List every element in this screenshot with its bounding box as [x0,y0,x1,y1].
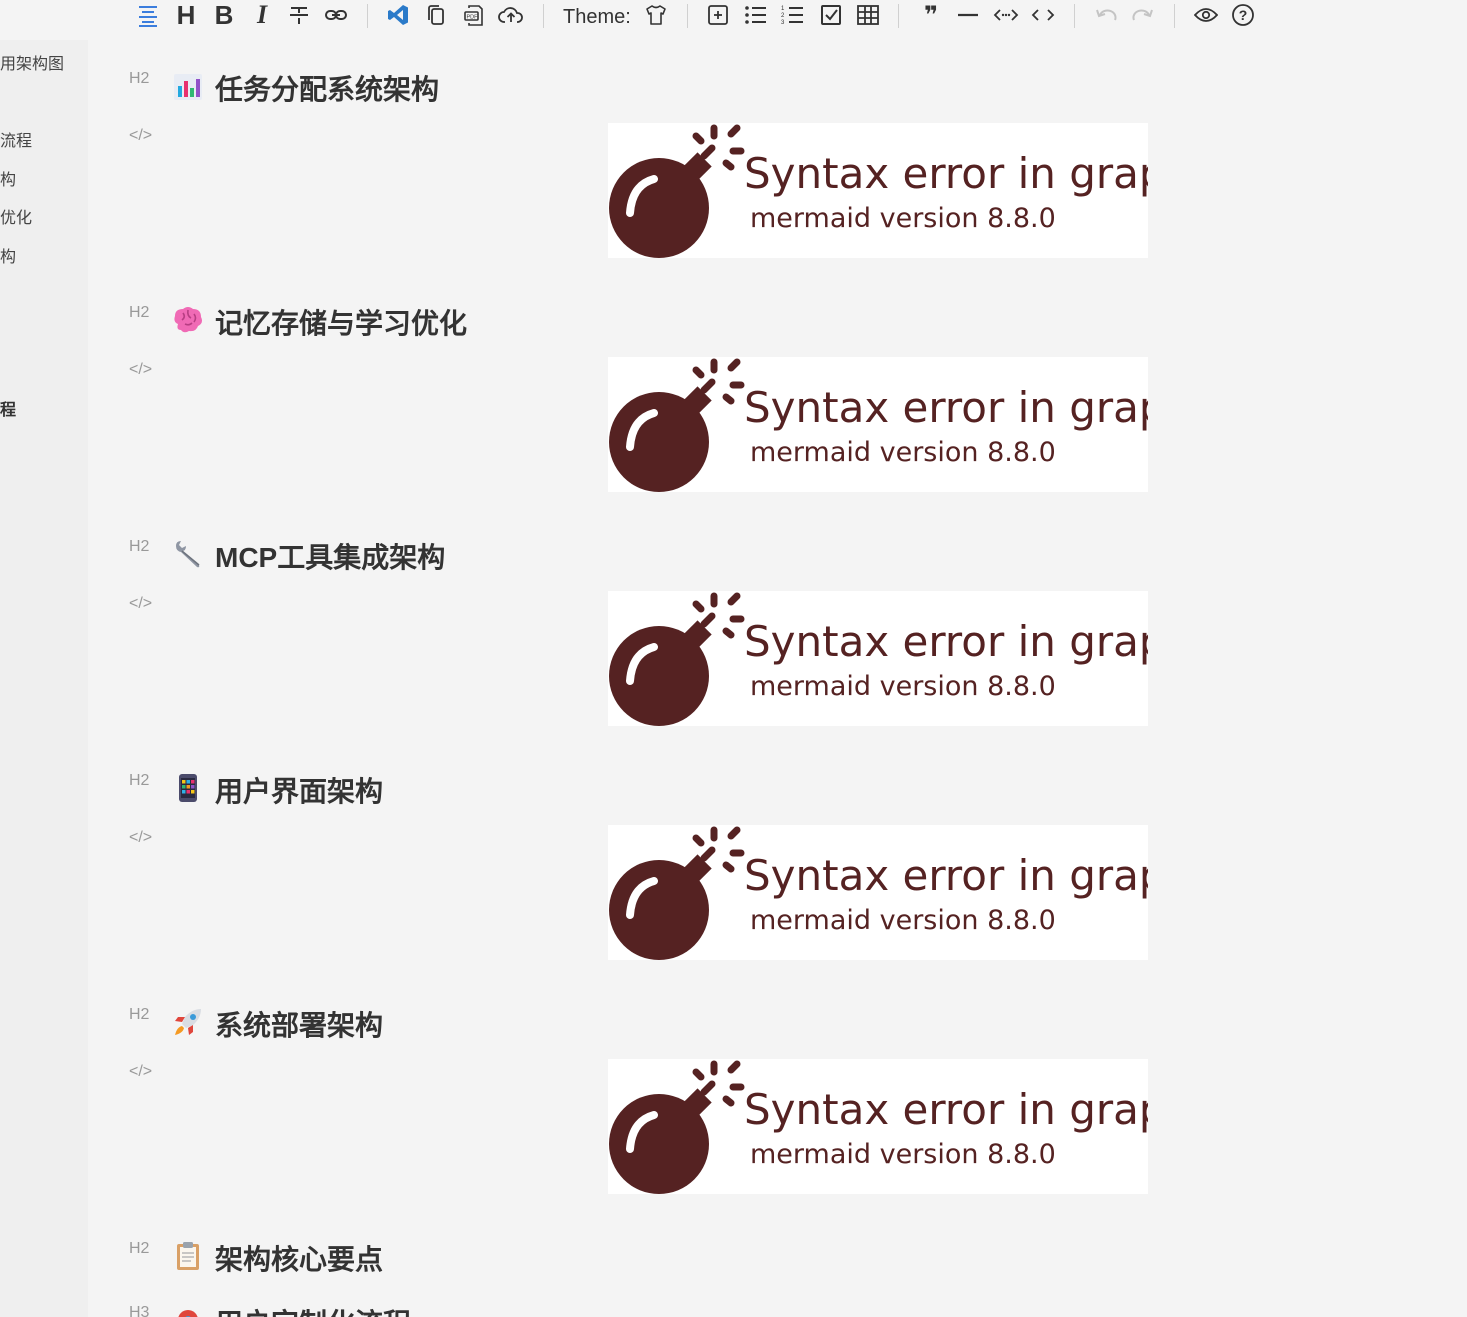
heading-level-tag: H2 [129,1006,150,1023]
toolbar-divider [1074,4,1075,28]
error-version: mermaid version 8.8.0 [750,203,1056,234]
error-version: mermaid version 8.8.0 [750,671,1056,702]
preview-eye-icon[interactable] [1192,0,1220,30]
bomb-icon [609,358,745,492]
outline-item[interactable]: 优化 [0,204,88,228]
svg-text:1: 1 [781,6,785,12]
section-heading: H2 任务分配系统架构 [0,68,700,108]
heading-level-tag: H3 [129,1304,150,1317]
outline-item[interactable]: 构 [0,243,88,267]
rocket-icon [172,1006,204,1038]
mermaid-error-card[interactable]: Syntax error in graph mermaid version 8.… [608,1059,1148,1194]
section-title[interactable]: 架构核心要点 [215,1238,383,1278]
section-title[interactable]: 用户界面架构 [215,770,383,810]
section-heading: H2 架构核心要点 [0,1238,700,1278]
svg-text:PDF: PDF [467,15,479,21]
bomb-icon [609,1060,745,1194]
outline-item[interactable]: 程 [0,396,88,420]
section-title[interactable]: 用户定制化流程 [215,1302,411,1317]
table-icon[interactable] [854,0,882,30]
heading-icon[interactable]: H [172,0,200,30]
vscode-icon[interactable] [384,0,412,30]
theme-shirt-icon[interactable] [642,0,670,30]
toolbar-divider [543,4,544,28]
outline-item[interactable]: 构 [0,166,88,190]
outline-sidebar: 用架构图 流程 构 优化 构 程 [0,40,88,1317]
section-title[interactable]: 记忆存储与学习优化 [215,302,467,342]
heading-level-tag: H2 [129,1240,150,1257]
error-version: mermaid version 8.8.0 [750,1139,1056,1170]
wrench-icon [172,538,204,570]
svg-text:?: ? [1239,7,1248,23]
gear-icon [172,1304,204,1317]
section-heading-partial: H3 用户定制化流程 [0,1298,700,1317]
numbered-list-icon[interactable]: 123 [779,0,807,30]
help-icon[interactable]: ? [1229,0,1257,30]
section-heading: H2 系统部署架构 [0,1004,700,1044]
checkbox-icon[interactable] [817,0,845,30]
bar-chart-icon [172,70,204,102]
strikethrough-icon[interactable] [285,0,313,30]
bold-icon[interactable]: B [210,0,238,30]
error-version: mermaid version 8.8.0 [750,905,1056,936]
mermaid-error-card[interactable]: Syntax error in graph mermaid version 8.… [608,357,1148,492]
section-title[interactable]: 系统部署架构 [215,1004,383,1044]
code-block-tag[interactable]: </> [129,829,152,847]
bomb-icon [609,826,745,960]
mermaid-error-card[interactable]: Syntax error in graph mermaid version 8.… [608,591,1148,726]
section-heading: H2 用户界面架构 [0,770,700,810]
heading-level-tag: H2 [129,538,150,555]
heading-level-tag: H2 [129,304,150,321]
error-title: Syntax error in graph [744,149,1148,198]
outline-item[interactable]: 流程 [0,127,88,151]
section-title[interactable]: MCP工具集成架构 [215,536,445,576]
bomb-icon [609,592,745,726]
undo-icon[interactable] [1092,0,1120,30]
theme-label: Theme: [563,6,631,28]
mermaid-error-card[interactable]: Syntax error in graph mermaid version 8.… [608,123,1148,258]
code-block-tag[interactable]: </> [129,361,152,379]
section-heading: H2 MCP工具集成架构 [0,536,700,576]
error-title: Syntax error in graph [744,383,1148,432]
error-title: Syntax error in graph [744,851,1148,900]
italic-icon[interactable]: I [248,0,276,30]
code-block-tag[interactable]: </> [129,595,152,613]
pdf-export-icon[interactable]: PDF [460,0,488,30]
toolbar-divider [687,4,688,28]
code-block-tag[interactable]: </> [129,1063,152,1081]
outline-toggle-icon[interactable] [134,0,162,30]
phone-icon [172,772,204,804]
error-version: mermaid version 8.8.0 [750,437,1056,468]
insert-block-icon[interactable] [704,0,732,30]
svg-text:2: 2 [781,13,785,19]
heading-level-tag: H2 [129,70,150,87]
cloud-upload-icon[interactable] [497,0,525,30]
toolbar-divider [1174,4,1175,28]
error-title: Syntax error in graph [744,617,1148,666]
copy-icon[interactable] [422,0,450,30]
bomb-icon [609,124,745,258]
bullet-list-icon[interactable] [742,0,770,30]
link-icon[interactable] [322,0,350,30]
brain-icon [172,304,204,336]
toolbar-divider [898,4,899,28]
code-block-icon[interactable] [1029,0,1057,30]
clipboard-icon [172,1240,204,1272]
quote-icon[interactable]: ❞ [917,0,945,30]
svg-text:3: 3 [781,20,785,26]
toolbar-divider [367,4,368,28]
inline-code-icon[interactable] [992,0,1020,30]
code-block-tag[interactable]: </> [129,127,152,145]
horizontal-rule-icon[interactable] [954,0,982,30]
section-heading: H2 记忆存储与学习优化 [0,302,700,342]
error-title: Syntax error in graph [744,1085,1148,1134]
section-title[interactable]: 任务分配系统架构 [215,68,439,108]
mermaid-error-card[interactable]: Syntax error in graph mermaid version 8.… [608,825,1148,960]
heading-level-tag: H2 [129,772,150,789]
editor-toolbar: H B I PDF Theme: 123 ❞ ? [0,0,1467,32]
redo-icon[interactable] [1129,0,1157,30]
